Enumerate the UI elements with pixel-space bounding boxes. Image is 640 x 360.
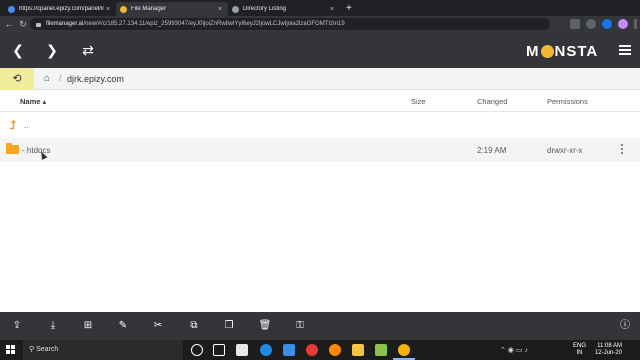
info-icon[interactable]: ⓘ bbox=[618, 319, 632, 333]
breadcrumb-separator: / bbox=[59, 73, 62, 83]
taskbar-search-label: Search bbox=[36, 346, 59, 353]
app-forward-button[interactable]: ❯ bbox=[35, 32, 69, 68]
windows-taskbar: ⚲ Search ⌃ ◉ ▭ ♪ ENG IN 11:08 AM 12-Jun-… bbox=[0, 340, 640, 360]
column-permissions[interactable]: Permissions bbox=[547, 97, 588, 106]
table-row[interactable]: - htdocs 2:19 AM drwxr-xr-x bbox=[0, 138, 640, 162]
download-icon[interactable]: ⤓ bbox=[46, 319, 60, 333]
chrome-menu-icon[interactable] bbox=[634, 19, 637, 29]
permissions-icon[interactable]: ⚿ bbox=[293, 319, 307, 333]
clock-date: 12-Jun-20 bbox=[594, 350, 622, 356]
windows-start-icon[interactable] bbox=[6, 345, 16, 355]
star-icon[interactable] bbox=[586, 19, 596, 29]
breadcrumb: ⟲ ⌂ / djrk.epizy.com bbox=[0, 68, 640, 90]
new-tab-button[interactable]: + bbox=[340, 2, 358, 16]
opera-icon[interactable] bbox=[306, 344, 318, 356]
browser-toolbar: ← ↻ filemanager.ai/new/#/c/185.27.134.11… bbox=[0, 16, 640, 32]
close-tab-icon[interactable]: × bbox=[216, 6, 224, 13]
home-icon[interactable]: ⌂ bbox=[44, 73, 50, 84]
column-size[interactable]: Size bbox=[411, 97, 426, 106]
paste-icon[interactable]: ❐ bbox=[222, 319, 236, 333]
cut-icon[interactable]: ✂ bbox=[151, 319, 165, 333]
monsta-favicon-icon bbox=[120, 5, 127, 13]
logo-text-start: M bbox=[526, 43, 540, 60]
file-permissions: drwxr-xr-x bbox=[547, 146, 583, 155]
upload-icon[interactable]: ⇪ bbox=[10, 319, 24, 333]
extension-area bbox=[567, 16, 640, 32]
system-tray-icons[interactable]: ⌃ ◉ ▭ ♪ bbox=[500, 346, 528, 354]
url-domain: filemanager.ai bbox=[46, 21, 84, 27]
browser-tab-file-manager[interactable]: File Manager × bbox=[116, 2, 228, 16]
tab-title: https://cpanel.epizy.com/panel/in bbox=[19, 6, 104, 12]
close-tab-icon[interactable]: × bbox=[104, 6, 112, 13]
copy-icon[interactable]: ⧉ bbox=[187, 319, 201, 333]
clock[interactable]: 11:08 AM 12-Jun-20 bbox=[595, 343, 622, 357]
new-item-icon[interactable]: ⊞ bbox=[81, 319, 95, 333]
language-indicator[interactable]: ENG IN bbox=[573, 343, 586, 357]
browser-tab-cpanel[interactable]: https://cpanel.epizy.com/panel/in × bbox=[4, 2, 116, 16]
taskbar-search[interactable]: ⚲ Search bbox=[23, 340, 183, 360]
cortana-icon[interactable] bbox=[191, 344, 203, 356]
edge-icon[interactable] bbox=[260, 344, 272, 356]
key-icon[interactable] bbox=[570, 19, 580, 29]
tab-title: Directory Listing bbox=[243, 6, 287, 12]
parent-directory-label: .. bbox=[24, 121, 29, 130]
lock-icon bbox=[36, 23, 41, 27]
extension-icon[interactable] bbox=[602, 19, 612, 29]
firefox-icon[interactable] bbox=[329, 344, 341, 356]
file-changed: 2:19 AM bbox=[477, 146, 507, 155]
profile-avatar-icon[interactable] bbox=[618, 19, 628, 29]
column-name[interactable]: Name ▴ bbox=[20, 97, 46, 106]
folder-icon bbox=[6, 143, 19, 154]
address-bar[interactable]: filemanager.ai/new/#/c/185.27.134.11/epi… bbox=[30, 18, 550, 30]
column-changed[interactable]: Changed bbox=[477, 97, 507, 106]
url-path: /new/#/c/185.27.134.11/epiz_25993047/eyJ… bbox=[83, 21, 345, 27]
row-menu-icon[interactable] bbox=[621, 144, 624, 156]
globe-favicon-icon bbox=[232, 5, 239, 13]
file-explorer-icon[interactable] bbox=[352, 344, 364, 356]
history-icon[interactable]: ⟲ bbox=[0, 68, 34, 90]
mail-icon[interactable] bbox=[283, 344, 295, 356]
tab-title: File Manager bbox=[131, 6, 167, 12]
edit-icon[interactable]: ✎ bbox=[116, 319, 130, 333]
file-name[interactable]: - htdocs bbox=[22, 146, 50, 155]
region-code: IN bbox=[576, 350, 583, 356]
app-icon[interactable] bbox=[375, 344, 387, 356]
file-table-header: Name ▴ Size Changed Permissions bbox=[0, 90, 640, 112]
delete-icon[interactable]: 🗑 bbox=[258, 319, 272, 333]
action-toolbar: ⇪ ⤓ ⊞ ✎ ✂ ⧉ ❐ 🗑 ⚿ ⓘ bbox=[0, 312, 640, 340]
browser-reload-button[interactable]: ↻ bbox=[16, 16, 30, 32]
browser-back-button[interactable]: ← bbox=[2, 16, 16, 32]
up-arrow-icon: ⮥ bbox=[9, 118, 17, 132]
close-tab-icon[interactable]: × bbox=[328, 6, 336, 13]
clock-time: 11:08 AM bbox=[597, 343, 622, 349]
breadcrumb-current[interactable]: djrk.epizy.com bbox=[67, 74, 124, 84]
cpanel-favicon-icon bbox=[8, 5, 15, 13]
logo-text-end: NSTA bbox=[554, 43, 599, 60]
parent-directory-row[interactable]: ⮥ .. bbox=[0, 113, 640, 137]
logo-o-mark bbox=[540, 45, 554, 58]
chrome-icon[interactable] bbox=[393, 344, 415, 360]
store-icon[interactable] bbox=[236, 344, 248, 356]
monsta-logo: M NSTA bbox=[526, 43, 598, 60]
language-code: ENG bbox=[572, 343, 586, 349]
app-refresh-button[interactable]: ⇄ bbox=[71, 32, 105, 68]
app-back-button[interactable]: ❮ bbox=[1, 32, 35, 68]
menu-icon[interactable] bbox=[619, 45, 631, 57]
app-header: ❮ ❯ ⇄ M NSTA bbox=[0, 32, 640, 68]
browser-tab-strip: https://cpanel.epizy.com/panel/in × File… bbox=[0, 0, 640, 16]
browser-tab-directory-listing[interactable]: Directory Listing × bbox=[228, 2, 340, 16]
task-view-icon[interactable] bbox=[213, 344, 225, 356]
